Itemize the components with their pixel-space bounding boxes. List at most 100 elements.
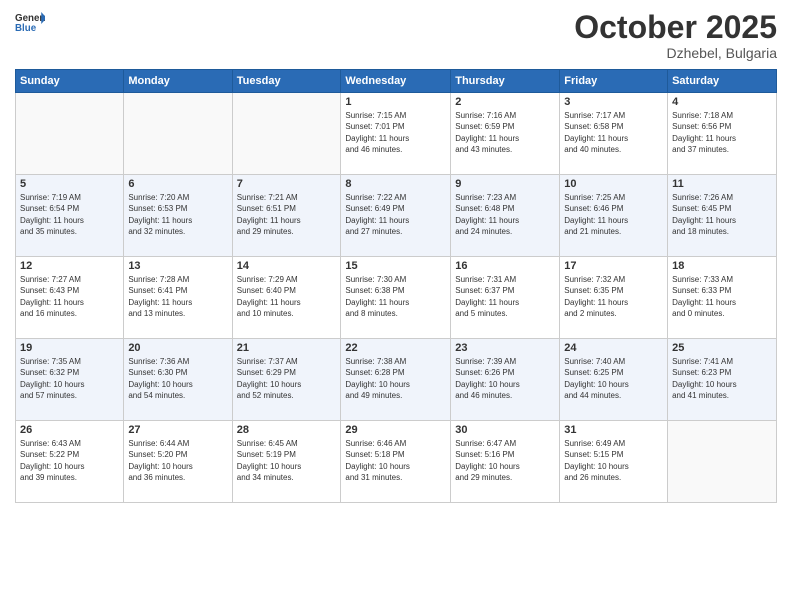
day-number: 2	[455, 96, 555, 108]
day-info: Sunrise: 7:18 AM Sunset: 6:56 PM Dayligh…	[672, 110, 772, 155]
day-info: Sunrise: 7:40 AM Sunset: 6:25 PM Dayligh…	[564, 356, 663, 401]
day-number: 28	[237, 424, 337, 436]
day-info: Sunrise: 6:49 AM Sunset: 5:15 PM Dayligh…	[564, 438, 663, 483]
table-row: 10 Sunrise: 7:25 AM Sunset: 6:46 PM Dayli…	[560, 175, 668, 257]
day-info: Sunrise: 7:35 AM Sunset: 6:32 PM Dayligh…	[20, 356, 119, 401]
week-row-3: 19 Sunrise: 7:35 AM Sunset: 6:32 PM Dayli…	[16, 339, 777, 421]
day-info: Sunrise: 7:39 AM Sunset: 6:26 PM Dayligh…	[455, 356, 555, 401]
week-row-0: 1 Sunrise: 7:15 AM Sunset: 7:01 PM Daylig…	[16, 93, 777, 175]
day-number: 21	[237, 342, 337, 354]
day-info: Sunrise: 7:31 AM Sunset: 6:37 PM Dayligh…	[455, 274, 555, 319]
table-row: 22Sunrise: 7:38 AM Sunset: 6:28 PM Dayli…	[341, 339, 451, 421]
day-number: 29	[345, 424, 446, 436]
table-row: 18Sunrise: 7:33 AM Sunset: 6:33 PM Dayli…	[668, 257, 777, 339]
table-row: 30 Sunrise: 6:47 AM Sunset: 5:16 PM Dayli…	[451, 421, 560, 503]
day-info: Sunrise: 7:17 AM Sunset: 6:58 PM Dayligh…	[564, 110, 663, 155]
table-row: 4 Sunrise: 7:18 AM Sunset: 6:56 PM Daylig…	[668, 93, 777, 175]
table-row: 1 Sunrise: 7:15 AM Sunset: 7:01 PM Daylig…	[341, 93, 451, 175]
table-row: 28Sunrise: 6:45 AM Sunset: 5:19 PM Dayli…	[232, 421, 341, 503]
location: Dzhebel, Bulgaria	[574, 45, 777, 61]
day-info: Sunrise: 7:29 AM Sunset: 6:40 PM Dayligh…	[237, 274, 337, 319]
day-info: Sunrise: 6:47 AM Sunset: 5:16 PM Dayligh…	[455, 438, 555, 483]
day-number: 30	[455, 424, 555, 436]
table-row: 16Sunrise: 7:31 AM Sunset: 6:37 PM Dayli…	[451, 257, 560, 339]
table-row: 13Sunrise: 7:28 AM Sunset: 6:41 PM Dayli…	[124, 257, 232, 339]
table-row: 8Sunrise: 7:22 AM Sunset: 6:49 PM Daylig…	[341, 175, 451, 257]
day-info: Sunrise: 7:21 AM Sunset: 6:51 PM Dayligh…	[237, 192, 337, 237]
day-info: Sunrise: 6:46 AM Sunset: 5:18 PM Dayligh…	[345, 438, 446, 483]
header: General Blue October 2025 Dzhebel, Bulga…	[15, 10, 777, 61]
day-info: Sunrise: 7:19 AM Sunset: 6:54 PM Dayligh…	[20, 192, 119, 237]
table-row	[668, 421, 777, 503]
table-row: 27 Sunrise: 6:44 AM Sunset: 5:20 PM Dayli…	[124, 421, 232, 503]
col-wednesday: Wednesday	[341, 70, 451, 93]
page: General Blue October 2025 Dzhebel, Bulga…	[0, 0, 792, 612]
week-row-4: 26 Sunrise: 6:43 AM Sunset: 5:22 PM Dayli…	[16, 421, 777, 503]
table-row: 14Sunrise: 7:29 AM Sunset: 6:40 PM Dayli…	[232, 257, 341, 339]
table-row: 5 Sunrise: 7:19 AM Sunset: 6:54 PM Daylig…	[16, 175, 124, 257]
table-row	[124, 93, 232, 175]
day-info: Sunrise: 6:43 AM Sunset: 5:22 PM Dayligh…	[20, 438, 119, 483]
day-number: 1	[345, 96, 446, 108]
table-row: 9 Sunrise: 7:23 AM Sunset: 6:48 PM Daylig…	[451, 175, 560, 257]
day-number: 3	[564, 96, 663, 108]
day-number: 31	[564, 424, 663, 436]
day-number: 26	[20, 424, 119, 436]
table-row	[232, 93, 341, 175]
table-row: 15 Sunrise: 7:30 AM Sunset: 6:38 PM Dayli…	[341, 257, 451, 339]
day-info: Sunrise: 7:15 AM Sunset: 7:01 PM Dayligh…	[345, 110, 446, 155]
table-row: 3 Sunrise: 7:17 AM Sunset: 6:58 PM Daylig…	[560, 93, 668, 175]
week-row-1: 5 Sunrise: 7:19 AM Sunset: 6:54 PM Daylig…	[16, 175, 777, 257]
day-info: Sunrise: 7:27 AM Sunset: 6:43 PM Dayligh…	[20, 274, 119, 319]
month-title: October 2025	[574, 10, 777, 45]
svg-text:Blue: Blue	[15, 23, 37, 34]
day-number: 25	[672, 342, 772, 354]
day-number: 5	[20, 178, 119, 190]
day-number: 10	[564, 178, 663, 190]
table-row: 20 Sunrise: 7:36 AM Sunset: 6:30 PM Dayli…	[124, 339, 232, 421]
week-row-2: 12 Sunrise: 7:27 AM Sunset: 6:43 PM Dayli…	[16, 257, 777, 339]
day-info: Sunrise: 6:44 AM Sunset: 5:20 PM Dayligh…	[128, 438, 227, 483]
weekday-header-row: Sunday Monday Tuesday Wednesday Thursday…	[16, 70, 777, 93]
table-row: 12 Sunrise: 7:27 AM Sunset: 6:43 PM Dayli…	[16, 257, 124, 339]
table-row: 29 Sunrise: 6:46 AM Sunset: 5:18 PM Dayli…	[341, 421, 451, 503]
col-thursday: Thursday	[451, 70, 560, 93]
day-number: 15	[345, 260, 446, 272]
day-number: 27	[128, 424, 227, 436]
col-tuesday: Tuesday	[232, 70, 341, 93]
table-row: 7 Sunrise: 7:21 AM Sunset: 6:51 PM Daylig…	[232, 175, 341, 257]
day-number: 4	[672, 96, 772, 108]
table-row: 17Sunrise: 7:32 AM Sunset: 6:35 PM Dayli…	[560, 257, 668, 339]
logo: General Blue	[15, 10, 45, 35]
day-info: Sunrise: 7:25 AM Sunset: 6:46 PM Dayligh…	[564, 192, 663, 237]
title-area: October 2025 Dzhebel, Bulgaria	[574, 10, 777, 61]
day-number: 24	[564, 342, 663, 354]
day-info: Sunrise: 7:26 AM Sunset: 6:45 PM Dayligh…	[672, 192, 772, 237]
table-row: 23 Sunrise: 7:39 AM Sunset: 6:26 PM Dayli…	[451, 339, 560, 421]
col-monday: Monday	[124, 70, 232, 93]
day-number: 20	[128, 342, 227, 354]
day-number: 12	[20, 260, 119, 272]
day-number: 19	[20, 342, 119, 354]
day-info: Sunrise: 7:36 AM Sunset: 6:30 PM Dayligh…	[128, 356, 227, 401]
day-info: Sunrise: 7:16 AM Sunset: 6:59 PM Dayligh…	[455, 110, 555, 155]
day-number: 6	[128, 178, 227, 190]
day-info: Sunrise: 7:37 AM Sunset: 6:29 PM Dayligh…	[237, 356, 337, 401]
table-row: 2 Sunrise: 7:16 AM Sunset: 6:59 PM Daylig…	[451, 93, 560, 175]
day-info: Sunrise: 7:33 AM Sunset: 6:33 PM Dayligh…	[672, 274, 772, 319]
day-number: 13	[128, 260, 227, 272]
day-info: Sunrise: 7:30 AM Sunset: 6:38 PM Dayligh…	[345, 274, 446, 319]
table-row: 19 Sunrise: 7:35 AM Sunset: 6:32 PM Dayli…	[16, 339, 124, 421]
day-number: 9	[455, 178, 555, 190]
day-info: Sunrise: 7:22 AM Sunset: 6:49 PM Dayligh…	[345, 192, 446, 237]
day-number: 23	[455, 342, 555, 354]
day-number: 7	[237, 178, 337, 190]
day-info: Sunrise: 7:38 AM Sunset: 6:28 PM Dayligh…	[345, 356, 446, 401]
table-row: 11Sunrise: 7:26 AM Sunset: 6:45 PM Dayli…	[668, 175, 777, 257]
day-info: Sunrise: 7:32 AM Sunset: 6:35 PM Dayligh…	[564, 274, 663, 319]
logo-icon: General Blue	[15, 10, 45, 35]
col-saturday: Saturday	[668, 70, 777, 93]
table-row: 26 Sunrise: 6:43 AM Sunset: 5:22 PM Dayli…	[16, 421, 124, 503]
day-info: Sunrise: 7:23 AM Sunset: 6:48 PM Dayligh…	[455, 192, 555, 237]
col-friday: Friday	[560, 70, 668, 93]
